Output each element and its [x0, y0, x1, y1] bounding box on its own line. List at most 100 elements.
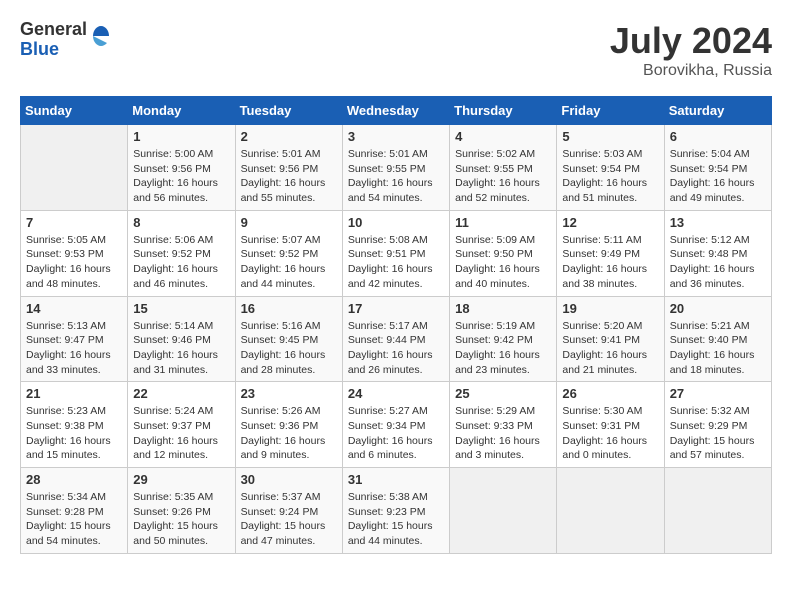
day-info: Sunrise: 5:20 AMSunset: 9:41 PMDaylight:…	[562, 319, 658, 378]
day-info: Sunrise: 5:19 AMSunset: 9:42 PMDaylight:…	[455, 319, 551, 378]
page-header: General Blue July 2024 Borovikha, Russia	[20, 20, 772, 80]
day-cell	[450, 468, 557, 554]
day-number: 20	[670, 301, 766, 316]
header-day: Saturday	[664, 97, 771, 125]
day-number: 16	[241, 301, 337, 316]
day-cell: 15Sunrise: 5:14 AMSunset: 9:46 PMDayligh…	[128, 296, 235, 382]
day-number: 5	[562, 129, 658, 144]
day-info: Sunrise: 5:29 AMSunset: 9:33 PMDaylight:…	[455, 404, 551, 463]
day-cell: 6 Sunrise: 5:04 AMSunset: 9:54 PMDaylight…	[664, 125, 771, 211]
day-cell: 14 Sunrise: 5:13 AMSunset: 9:47 PMDayligh…	[21, 296, 128, 382]
day-info: Sunrise: 5:11 AMSunset: 9:49 PMDaylight:…	[562, 233, 658, 292]
day-cell: 24 Sunrise: 5:27 AMSunset: 9:34 PMDayligh…	[342, 382, 449, 468]
day-number: 17	[348, 301, 444, 316]
day-info: Sunrise: 5:00 AMSunset: 9:56 PMDaylight:…	[133, 147, 229, 206]
day-cell: 12 Sunrise: 5:11 AMSunset: 9:49 PMDayligh…	[557, 210, 664, 296]
location-subtitle: Borovikha, Russia	[610, 62, 772, 80]
day-number: 8	[133, 215, 229, 230]
day-info: Sunrise: 5:01 AMSunset: 9:56 PMDaylight:…	[241, 147, 337, 206]
day-info: Sunrise: 5:04 AMSunset: 9:54 PMDaylight:…	[670, 147, 766, 206]
day-cell: 8Sunrise: 5:06 AMSunset: 9:52 PMDaylight…	[128, 210, 235, 296]
header-row: SundayMondayTuesdayWednesdayThursdayFrid…	[21, 97, 772, 125]
day-number: 10	[348, 215, 444, 230]
day-cell	[664, 468, 771, 554]
day-cell: 27 Sunrise: 5:32 AMSunset: 9:29 PMDayligh…	[664, 382, 771, 468]
day-number: 28	[26, 472, 122, 487]
day-info: Sunrise: 5:09 AMSunset: 9:50 PMDaylight:…	[455, 233, 551, 292]
day-number: 3	[348, 129, 444, 144]
day-info: Sunrise: 5:23 AMSunset: 9:38 PMDaylight:…	[26, 404, 122, 463]
day-number: 14	[26, 301, 122, 316]
day-cell: 17Sunrise: 5:17 AMSunset: 9:44 PMDayligh…	[342, 296, 449, 382]
day-cell: 4 Sunrise: 5:02 AMSunset: 9:55 PMDaylight…	[450, 125, 557, 211]
logo-icon	[89, 24, 113, 48]
day-number: 22	[133, 386, 229, 401]
day-cell: 20Sunrise: 5:21 AMSunset: 9:40 PMDayligh…	[664, 296, 771, 382]
week-row: 1Sunrise: 5:00 AMSunset: 9:56 PMDaylight…	[21, 125, 772, 211]
day-info: Sunrise: 5:05 AMSunset: 9:53 PMDaylight:…	[26, 233, 122, 292]
calendar-table: SundayMondayTuesdayWednesdayThursdayFrid…	[20, 96, 772, 554]
day-number: 24	[348, 386, 444, 401]
logo-general-text: General	[20, 20, 87, 40]
day-info: Sunrise: 5:37 AMSunset: 9:24 PMDaylight:…	[241, 490, 337, 549]
day-number: 26	[562, 386, 658, 401]
day-info: Sunrise: 5:12 AMSunset: 9:48 PMDaylight:…	[670, 233, 766, 292]
day-cell: 28 Sunrise: 5:34 AMSunset: 9:28 PMDayligh…	[21, 468, 128, 554]
day-number: 13	[670, 215, 766, 230]
day-number: 7	[26, 215, 122, 230]
day-cell: 9 Sunrise: 5:07 AMSunset: 9:52 PMDaylight…	[235, 210, 342, 296]
day-info: Sunrise: 5:02 AMSunset: 9:55 PMDaylight:…	[455, 147, 551, 206]
day-number: 27	[670, 386, 766, 401]
week-row: 21 Sunrise: 5:23 AMSunset: 9:38 PMDayligh…	[21, 382, 772, 468]
day-number: 19	[562, 301, 658, 316]
day-cell: 2 Sunrise: 5:01 AMSunset: 9:56 PMDaylight…	[235, 125, 342, 211]
day-number: 12	[562, 215, 658, 230]
day-cell: 18 Sunrise: 5:19 AMSunset: 9:42 PMDayligh…	[450, 296, 557, 382]
week-row: 14 Sunrise: 5:13 AMSunset: 9:47 PMDayligh…	[21, 296, 772, 382]
day-info: Sunrise: 5:26 AMSunset: 9:36 PMDaylight:…	[241, 404, 337, 463]
day-cell: 19 Sunrise: 5:20 AMSunset: 9:41 PMDayligh…	[557, 296, 664, 382]
day-number: 18	[455, 301, 551, 316]
week-row: 7 Sunrise: 5:05 AMSunset: 9:53 PMDaylight…	[21, 210, 772, 296]
day-info: Sunrise: 5:08 AMSunset: 9:51 PMDaylight:…	[348, 233, 444, 292]
day-info: Sunrise: 5:27 AMSunset: 9:34 PMDaylight:…	[348, 404, 444, 463]
day-info: Sunrise: 5:38 AMSunset: 9:23 PMDaylight:…	[348, 490, 444, 549]
header-day: Monday	[128, 97, 235, 125]
logo-blue-text: Blue	[20, 40, 87, 60]
day-info: Sunrise: 5:13 AMSunset: 9:47 PMDaylight:…	[26, 319, 122, 378]
day-info: Sunrise: 5:01 AMSunset: 9:55 PMDaylight:…	[348, 147, 444, 206]
day-info: Sunrise: 5:03 AMSunset: 9:54 PMDaylight:…	[562, 147, 658, 206]
day-info: Sunrise: 5:14 AMSunset: 9:46 PMDaylight:…	[133, 319, 229, 378]
day-cell: 16 Sunrise: 5:16 AMSunset: 9:45 PMDayligh…	[235, 296, 342, 382]
day-cell: 7 Sunrise: 5:05 AMSunset: 9:53 PMDaylight…	[21, 210, 128, 296]
month-year-title: July 2024	[610, 20, 772, 62]
week-row: 28 Sunrise: 5:34 AMSunset: 9:28 PMDayligh…	[21, 468, 772, 554]
calendar-header: SundayMondayTuesdayWednesdayThursdayFrid…	[21, 97, 772, 125]
day-number: 6	[670, 129, 766, 144]
day-cell: 21 Sunrise: 5:23 AMSunset: 9:38 PMDayligh…	[21, 382, 128, 468]
day-info: Sunrise: 5:07 AMSunset: 9:52 PMDaylight:…	[241, 233, 337, 292]
title-block: July 2024 Borovikha, Russia	[610, 20, 772, 80]
day-number: 23	[241, 386, 337, 401]
day-cell: 25Sunrise: 5:29 AMSunset: 9:33 PMDayligh…	[450, 382, 557, 468]
day-cell: 31 Sunrise: 5:38 AMSunset: 9:23 PMDayligh…	[342, 468, 449, 554]
day-number: 4	[455, 129, 551, 144]
day-number: 31	[348, 472, 444, 487]
day-info: Sunrise: 5:35 AMSunset: 9:26 PMDaylight:…	[133, 490, 229, 549]
logo: General Blue	[20, 20, 113, 60]
day-cell: 22Sunrise: 5:24 AMSunset: 9:37 PMDayligh…	[128, 382, 235, 468]
day-info: Sunrise: 5:34 AMSunset: 9:28 PMDaylight:…	[26, 490, 122, 549]
header-day: Friday	[557, 97, 664, 125]
day-cell: 23 Sunrise: 5:26 AMSunset: 9:36 PMDayligh…	[235, 382, 342, 468]
day-number: 11	[455, 215, 551, 230]
day-number: 9	[241, 215, 337, 230]
day-info: Sunrise: 5:32 AMSunset: 9:29 PMDaylight:…	[670, 404, 766, 463]
day-number: 30	[241, 472, 337, 487]
day-cell: 30 Sunrise: 5:37 AMSunset: 9:24 PMDayligh…	[235, 468, 342, 554]
day-cell: 29 Sunrise: 5:35 AMSunset: 9:26 PMDayligh…	[128, 468, 235, 554]
day-info: Sunrise: 5:16 AMSunset: 9:45 PMDaylight:…	[241, 319, 337, 378]
day-number: 21	[26, 386, 122, 401]
day-number: 2	[241, 129, 337, 144]
day-number: 29	[133, 472, 229, 487]
day-cell: 26Sunrise: 5:30 AMSunset: 9:31 PMDayligh…	[557, 382, 664, 468]
